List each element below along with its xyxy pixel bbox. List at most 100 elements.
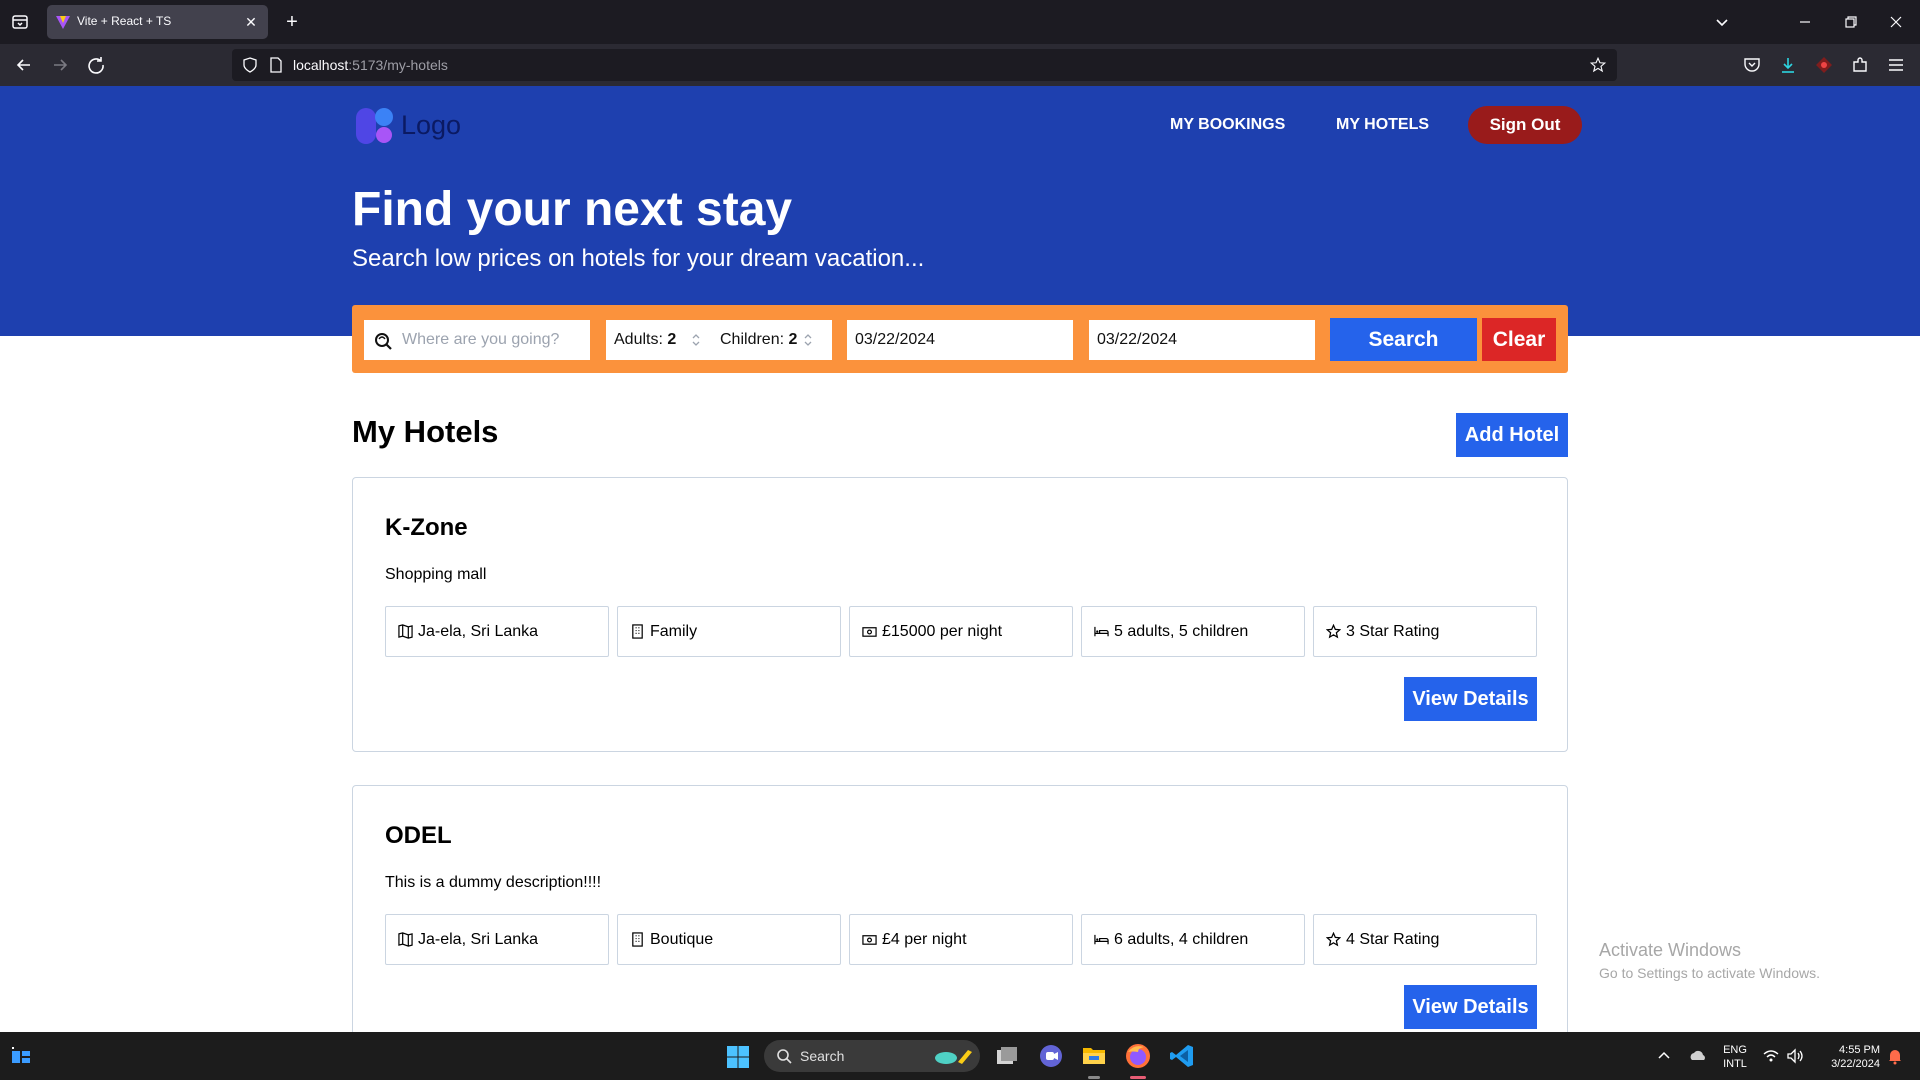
search-location-icon bbox=[374, 332, 392, 350]
logo-text: Logo bbox=[401, 110, 462, 140]
money-icon bbox=[862, 624, 877, 639]
windows-start-icon[interactable] bbox=[726, 1045, 750, 1069]
map-icon bbox=[398, 624, 413, 639]
back-icon[interactable] bbox=[12, 53, 36, 77]
tab-close-icon[interactable]: ✕ bbox=[242, 13, 260, 31]
search-button[interactable]: Search bbox=[1330, 318, 1477, 361]
download-icon[interactable] bbox=[1778, 55, 1798, 75]
wifi-icon[interactable] bbox=[1761, 1046, 1781, 1066]
hotel-description: This is a dummy description!!!! bbox=[385, 874, 602, 891]
hotel-location-chip: Ja-ela, Sri Lanka bbox=[385, 914, 609, 965]
hotel-type-chip: Boutique bbox=[617, 914, 841, 965]
teams-chat-icon[interactable] bbox=[1037, 1042, 1065, 1070]
clear-button[interactable]: Clear bbox=[1482, 318, 1556, 361]
nav-my-bookings[interactable]: MY BOOKINGS bbox=[1170, 116, 1285, 134]
building-icon bbox=[630, 932, 645, 947]
volume-icon[interactable] bbox=[1785, 1046, 1805, 1066]
sign-out-button[interactable]: Sign Out bbox=[1468, 106, 1582, 144]
check-out-date-field[interactable]: 03/22/2024 bbox=[1089, 320, 1315, 360]
check-in-date-value: 03/22/2024 bbox=[855, 331, 936, 348]
bed-icon bbox=[1094, 624, 1109, 639]
language-indicator[interactable]: ENG INTL bbox=[1718, 1043, 1752, 1071]
children-stepper-icon[interactable] bbox=[802, 331, 814, 349]
map-icon bbox=[398, 932, 413, 947]
destination-field[interactable] bbox=[364, 320, 590, 360]
check-in-date-field[interactable]: 03/22/2024 bbox=[847, 320, 1073, 360]
clock[interactable]: 4:55 PM 3/22/2024 bbox=[1818, 1043, 1880, 1071]
children-field[interactable]: Children: 2 bbox=[720, 331, 797, 349]
hotel-name: K-Zone bbox=[385, 514, 468, 541]
bed-icon bbox=[1094, 932, 1109, 947]
shield-icon[interactable] bbox=[242, 57, 258, 73]
hero-title: Find your next stay bbox=[352, 183, 793, 236]
browser-tab[interactable]: Vite + React + TS ✕ bbox=[47, 5, 268, 39]
widgets-icon[interactable] bbox=[10, 1045, 32, 1067]
search-bar: Adults: 2 Children: 2 03/22/2024 03/22/2… bbox=[352, 305, 1568, 373]
search-highlight-icon bbox=[935, 1050, 972, 1064]
task-view-icon[interactable] bbox=[993, 1042, 1021, 1070]
hotel-card: ODEL This is a dummy description!!!! Ja-… bbox=[352, 785, 1568, 1060]
show-hidden-icons-icon[interactable] bbox=[1654, 1046, 1674, 1066]
list-all-tabs-icon[interactable] bbox=[1710, 10, 1734, 34]
site-logo[interactable]: Logo bbox=[356, 106, 476, 146]
page-title: My Hotels bbox=[352, 414, 499, 449]
taskbar-search-box[interactable]: Search bbox=[764, 1040, 980, 1072]
hotel-rating-chip: 4 Star Rating bbox=[1313, 914, 1537, 965]
star-icon bbox=[1325, 623, 1342, 639]
restore-icon[interactable] bbox=[1839, 10, 1863, 34]
hotel-location-chip: Ja-ela, Sri Lanka bbox=[385, 606, 609, 657]
firefox-icon[interactable] bbox=[1124, 1042, 1152, 1070]
hotel-price-chip: £4 per night bbox=[849, 914, 1073, 965]
firefox-active-indicator bbox=[1130, 1076, 1146, 1079]
hotel-price-chip: £15000 per night bbox=[849, 606, 1073, 657]
check-out-date-value: 03/22/2024 bbox=[1097, 331, 1178, 348]
building-icon bbox=[630, 624, 645, 639]
page-info-icon[interactable] bbox=[268, 57, 284, 73]
view-details-button[interactable]: View Details bbox=[1404, 677, 1537, 721]
tab-title: Vite + React + TS bbox=[77, 14, 172, 28]
hotel-rating-chip: 3 Star Rating bbox=[1313, 606, 1537, 657]
browser-tab-bar: Vite + React + TS ✕ + bbox=[0, 0, 1920, 44]
new-tab-icon[interactable]: + bbox=[280, 10, 304, 34]
vite-favicon-icon bbox=[55, 14, 71, 30]
minimize-icon[interactable] bbox=[1793, 10, 1817, 34]
hero-subtitle: Search low prices on hotels for your dre… bbox=[352, 245, 925, 272]
logo-icon bbox=[356, 108, 393, 144]
address-bar[interactable]: localhost:5173/my-hotels bbox=[232, 49, 1617, 81]
browser-nav-bar: localhost:5173/my-hotels bbox=[0, 44, 1920, 86]
hotel-type-chip: Family bbox=[617, 606, 841, 657]
extension-icon[interactable] bbox=[1814, 55, 1834, 75]
hotel-description: Shopping mall bbox=[385, 566, 487, 583]
nav-my-hotels[interactable]: MY HOTELS bbox=[1336, 116, 1429, 134]
hotel-guests-chip: 6 adults, 4 children bbox=[1081, 914, 1305, 965]
guests-field: Adults: 2 Children: 2 bbox=[606, 320, 832, 360]
file-explorer-icon[interactable] bbox=[1080, 1042, 1108, 1070]
notification-bell-icon[interactable] bbox=[1885, 1046, 1905, 1066]
hotel-guests-chip: 5 adults, 5 children bbox=[1081, 606, 1305, 657]
reload-icon[interactable] bbox=[84, 53, 108, 77]
view-details-button[interactable]: View Details bbox=[1404, 985, 1537, 1029]
hero-section bbox=[0, 86, 1920, 336]
hotel-card: K-Zone Shopping mall Ja-ela, Sri Lanka F… bbox=[352, 477, 1568, 752]
bookmark-star-icon[interactable] bbox=[1589, 56, 1607, 74]
search-icon bbox=[776, 1048, 792, 1064]
url-text[interactable]: localhost:5173/my-hotels bbox=[293, 57, 448, 73]
star-icon bbox=[1325, 931, 1342, 947]
adults-stepper-icon[interactable] bbox=[690, 331, 702, 349]
forward-icon[interactable] bbox=[48, 53, 72, 77]
extensions-puzzle-icon[interactable] bbox=[1850, 55, 1870, 75]
vscode-icon[interactable] bbox=[1168, 1042, 1196, 1070]
hotel-name: ODEL bbox=[385, 822, 452, 849]
pocket-icon[interactable] bbox=[1742, 55, 1762, 75]
windows-taskbar: Search ENG INTL 4:55 PM 3/22/2024 bbox=[0, 1032, 1920, 1080]
adults-field[interactable]: Adults: 2 bbox=[614, 331, 676, 349]
activate-windows-watermark: Activate Windows Go to Settings to activ… bbox=[1599, 940, 1820, 981]
menu-icon[interactable] bbox=[1886, 55, 1906, 75]
money-icon bbox=[862, 932, 877, 947]
destination-input[interactable] bbox=[402, 320, 582, 360]
explorer-running-indicator bbox=[1088, 1076, 1100, 1079]
add-hotel-button[interactable]: Add Hotel bbox=[1456, 413, 1568, 457]
close-window-icon[interactable] bbox=[1884, 10, 1908, 34]
onedrive-icon[interactable] bbox=[1688, 1046, 1708, 1066]
tab-list-icon[interactable] bbox=[8, 10, 32, 34]
